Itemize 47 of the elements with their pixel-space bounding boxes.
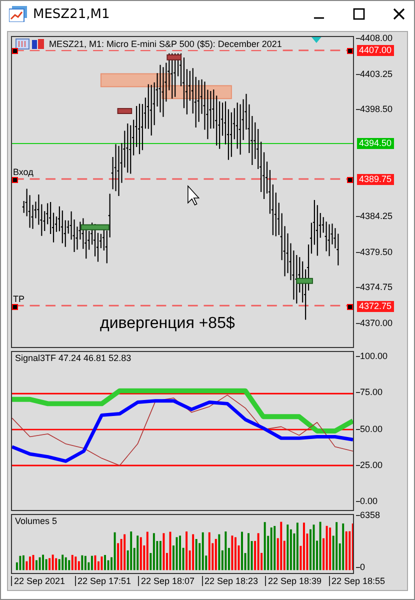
- time-tick: 22 Sep 18:07: [138, 576, 195, 586]
- time-tick: 22 Sep 2021: [11, 576, 66, 586]
- price-tick: 4374.75: [356, 282, 393, 294]
- chart-toolbar-icon[interactable]: [15, 38, 45, 50]
- level-handle-icon[interactable]: [347, 176, 353, 183]
- time-tick: 22 Sep 18:55: [328, 576, 386, 586]
- time-tick: 22 Sep 17:51: [74, 576, 132, 586]
- maximize-icon[interactable]: [352, 7, 366, 21]
- indicator-header: Signal3TF 47.24 46.81 52.83: [15, 353, 132, 363]
- price-tag: 4407.00: [357, 44, 394, 56]
- chart-annotation: дивергенция +85$: [100, 315, 235, 333]
- level-handle-icon[interactable]: [12, 304, 18, 310]
- level-handle-icon[interactable]: [12, 176, 18, 183]
- price-tag: 4372.75: [357, 301, 394, 312]
- price-tick: 4384.25: [356, 211, 393, 222]
- buy-marker: [296, 278, 313, 284]
- price-tick: 4370.00: [356, 318, 393, 329]
- time-tick: 22 Sep 18:39: [265, 576, 322, 586]
- position-marker-icon: [311, 37, 322, 43]
- level-handle-icon[interactable]: [12, 48, 18, 54]
- volume-tick: 0: [356, 562, 366, 573]
- level-label: TP: [13, 294, 25, 304]
- price-tag: 4394.50: [357, 138, 394, 150]
- sell-marker: [117, 108, 132, 114]
- chart-window-icon: [9, 6, 27, 22]
- sell-marker: [166, 54, 182, 60]
- level-handle-icon[interactable]: [347, 304, 353, 310]
- indicator-tick: 100.00: [356, 350, 388, 362]
- volume-header: Volumes 5: [15, 516, 58, 526]
- price-tick: 4379.50: [356, 246, 393, 258]
- time-tick: 22 Sep 18:23: [202, 576, 258, 586]
- window-title: MESZ21,M1: [33, 6, 111, 22]
- indicator-tick: 75.00: [356, 387, 383, 398]
- price-tick: 4408.00: [356, 33, 393, 44]
- mouse-cursor-icon: [188, 185, 200, 206]
- level-label: Вход: [13, 166, 34, 177]
- volume-tick: 6358: [356, 510, 380, 521]
- indicator-tick: 25.00: [356, 460, 383, 471]
- price-tick: 4403.25: [356, 68, 393, 80]
- indicator-tick: 0.00: [356, 496, 378, 508]
- price-tag: 4389.75: [357, 174, 394, 185]
- buy-marker: [80, 224, 110, 230]
- indicator-tick: 50.00: [356, 424, 383, 435]
- level-handle-icon[interactable]: [347, 48, 353, 54]
- chart-header: MESZ21, M1: Micro E-mini S&P 500 ($5): December 2021: [49, 39, 282, 49]
- price-tick: 4398.50: [356, 104, 393, 116]
- close-icon[interactable]: [392, 7, 406, 21]
